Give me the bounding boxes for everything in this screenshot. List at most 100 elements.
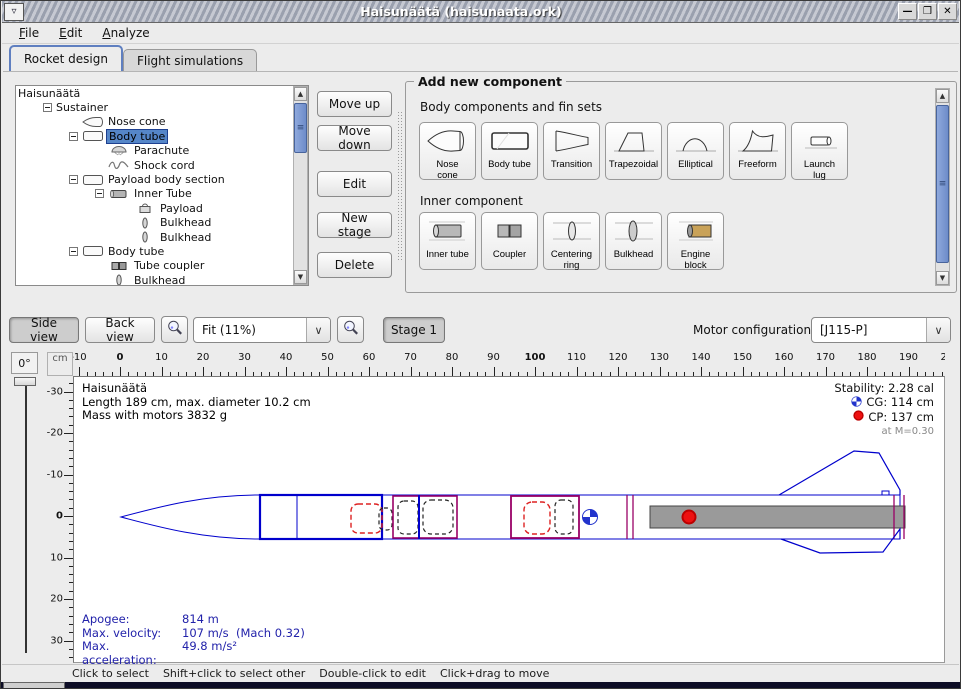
menu-edit[interactable]: Edit — [50, 24, 91, 42]
add-engine-block-button[interactable]: Engine block — [667, 212, 724, 270]
tree-item-nose-cone[interactable]: Nose cone — [16, 115, 308, 129]
tree-item-payload[interactable]: Payload — [16, 201, 308, 215]
add-bulkhead-button[interactable]: Bulkhead — [605, 212, 662, 270]
ruler-tick — [64, 599, 73, 600]
bodytube-icon — [80, 130, 106, 142]
scroll-up-icon[interactable]: ▲ — [936, 89, 949, 103]
inner-tube-content[interactable] — [423, 500, 453, 534]
payload-icon — [132, 202, 158, 214]
tree-item-label: Sustainer — [54, 101, 110, 114]
add-trapezoidal-button[interactable]: Trapezoidal — [605, 122, 662, 180]
ruler-tick — [64, 641, 73, 642]
motor-configuration-select[interactable]: [J115-P] ∨ — [811, 317, 951, 343]
ruler-label: 180 — [857, 352, 876, 363]
rocket-mass: Mass with motors 3832 g — [82, 409, 311, 423]
rotation-slider-handle[interactable] — [14, 377, 36, 386]
tree-item-sustainer[interactable]: Sustainer — [16, 100, 308, 114]
parachute-outline[interactable] — [351, 504, 382, 533]
move-up-button[interactable]: Move up — [317, 91, 392, 117]
fin-top[interactable] — [779, 451, 900, 495]
apogee-label: Apogee: — [82, 613, 182, 627]
scroll-down-icon[interactable]: ▼ — [294, 270, 307, 284]
close-button[interactable]: ✕ — [938, 3, 957, 20]
rocket-canvas[interactable]: Haisunäätä Length 189 cm, max. diameter … — [73, 376, 945, 663]
tree-item-body-tube[interactable]: Body tube — [16, 129, 308, 143]
expander-minus-icon[interactable] — [69, 175, 78, 184]
chevron-down-icon[interactable]: ∨ — [926, 318, 950, 342]
new-stage-button[interactable]: New stage — [317, 212, 392, 238]
menu-file[interactable]: File — [10, 24, 48, 42]
add-centering-ring-button[interactable]: Centering ring — [543, 212, 600, 270]
menu-bar: FileEditAnalyze — [2, 23, 959, 44]
add-launch-lug-button[interactable]: Launch lug — [791, 122, 848, 180]
tree-scrollbar[interactable]: ▲ ▼ ≡ — [293, 86, 308, 285]
minimize-button[interactable]: — — [898, 3, 917, 20]
delete-button[interactable]: Delete — [317, 252, 392, 278]
launch-lug[interactable] — [882, 491, 889, 495]
add-transition-button[interactable]: Transition — [543, 122, 600, 180]
expander-minus-icon[interactable] — [69, 132, 78, 141]
ruler-label: 30 — [50, 635, 63, 646]
ruler-label: 0 — [117, 352, 124, 363]
edit-button[interactable]: Edit — [317, 171, 392, 197]
zoom-out-button[interactable] — [161, 316, 188, 343]
motor-configuration-value: [J115-P] — [812, 323, 926, 337]
chevron-down-icon[interactable]: ∨ — [306, 318, 330, 342]
scrollbar-thumb[interactable]: ≡ — [936, 105, 949, 263]
tree-item-label: Shock cord — [132, 159, 197, 172]
expander-minus-icon[interactable] — [69, 247, 78, 256]
back-view-button[interactable]: Back view — [85, 317, 155, 343]
add-elliptical-button[interactable]: Elliptical — [667, 122, 724, 180]
parachute-outline[interactable] — [524, 502, 550, 534]
rotation-slider-track[interactable] — [25, 381, 27, 653]
add-inner-tube-button[interactable]: Inner tube — [419, 212, 476, 270]
zoom-in-button[interactable] — [337, 316, 364, 343]
expander-minus-icon[interactable] — [43, 103, 52, 112]
nose-cone-shape[interactable] — [121, 495, 260, 539]
tree-item-payload-body-section[interactable]: Payload body section — [16, 172, 308, 186]
ruler-label: -30 — [47, 386, 63, 397]
move-down-button[interactable]: Move down — [317, 125, 392, 151]
tree-item-label: Nose cone — [106, 115, 167, 128]
tree-item-bulkhead[interactable]: Bulkhead — [16, 216, 308, 230]
parachute-icon — [106, 145, 132, 157]
ruler-label: 50 — [321, 352, 334, 363]
maximize-button[interactable]: ❒ — [918, 3, 937, 20]
ruler-tick — [203, 367, 204, 376]
resize-grip[interactable] — [3, 682, 65, 689]
inner-tube-content[interactable] — [398, 501, 418, 534]
scroll-up-icon[interactable]: ▲ — [294, 87, 307, 101]
component-button-label: Body tube — [488, 160, 531, 171]
shock-cord-outline[interactable] — [555, 500, 573, 534]
tree-item-haisunäätä[interactable]: Haisunäätä — [16, 86, 308, 100]
vertical-splitter[interactable] — [397, 111, 404, 261]
zoom-select[interactable]: Fit (11%) ∨ — [193, 317, 331, 343]
expander-minus-icon[interactable] — [95, 189, 104, 198]
tree-item-parachute[interactable]: Parachute — [16, 144, 308, 158]
tree-item-shock-cord[interactable]: Shock cord — [16, 158, 308, 172]
ruler-tick — [577, 367, 578, 376]
tree-item-label: Payload body section — [106, 173, 227, 186]
stage-1-toggle[interactable]: Stage 1 — [383, 317, 445, 343]
ruler-tick — [162, 367, 163, 376]
bodytube-icon — [487, 126, 533, 159]
scrollbar-thumb[interactable]: ≡ — [294, 103, 307, 153]
tree-item-tube-coupler[interactable]: Tube coupler — [16, 259, 308, 273]
tab-flight-simulations[interactable]: Flight simulations — [123, 49, 257, 72]
tree-item-bulkhead[interactable]: Bulkhead — [16, 230, 308, 244]
tree-item-bulkhead[interactable]: Bulkhead — [16, 273, 308, 286]
ruler-tick — [64, 558, 73, 559]
tree-item-inner-tube[interactable]: Inner Tube — [16, 187, 308, 201]
side-view-button[interactable]: Side view — [9, 317, 79, 343]
add-freeform-button[interactable]: Freeform — [729, 122, 786, 180]
add-nose-cone-button[interactable]: Nose cone — [419, 122, 476, 180]
component-panel-scrollbar[interactable]: ▲ ▼ ≡ — [935, 88, 950, 286]
add-coupler-button[interactable]: Coupler — [481, 212, 538, 270]
scroll-down-icon[interactable]: ▼ — [936, 271, 949, 285]
window-menu-icon[interactable]: ▿ — [4, 3, 24, 21]
menu-analyze[interactable]: Analyze — [93, 24, 158, 42]
add-body-tube-button[interactable]: Body tube — [481, 122, 538, 180]
tab-rocket-design[interactable]: Rocket design — [9, 45, 123, 72]
tree-item-body-tube[interactable]: Body tube — [16, 244, 308, 258]
fin-bottom[interactable] — [781, 529, 900, 553]
